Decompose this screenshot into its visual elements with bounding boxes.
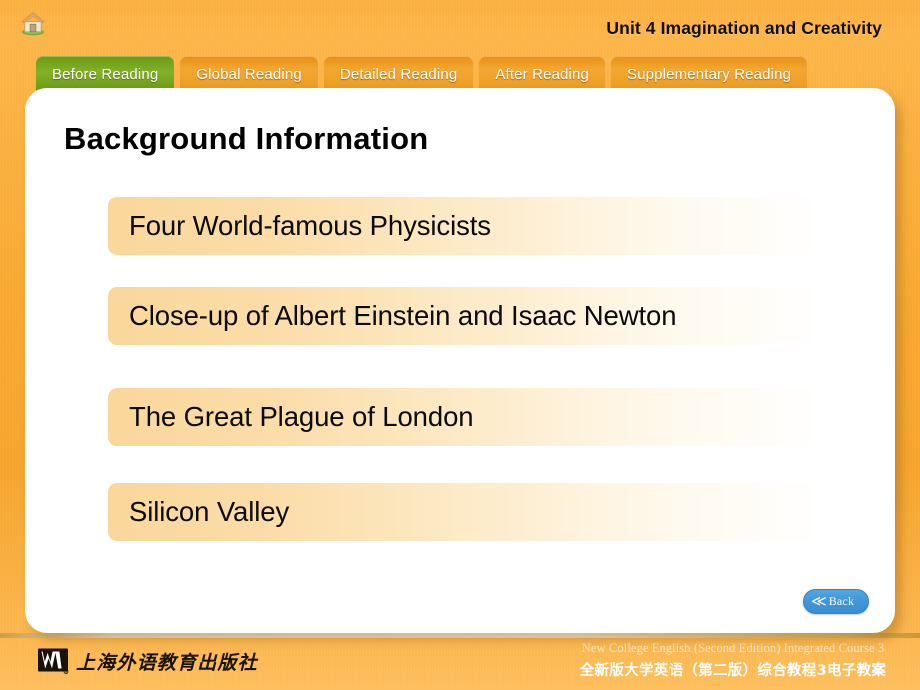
slide-canvas: Unit 4 Imagination and Creativity Before… (0, 0, 920, 690)
topic-item-close-up-einstein-newton[interactable]: Close-up of Albert Einstein and Isaac Ne… (108, 287, 868, 345)
unit-title: Unit 4 Imagination and Creativity (606, 18, 882, 38)
topic-list: Four World-famous Physicists Close-up of… (108, 197, 868, 541)
tab-global-reading[interactable]: Global Reading (180, 56, 318, 92)
publisher-name: 上海外语教育出版社 (76, 651, 258, 674)
publisher-logo: R 上海外语教育出版社 (37, 647, 258, 675)
w-emblem-icon: R (37, 647, 69, 675)
tab-label: Supplementary Reading (627, 65, 792, 83)
tab-label: Global Reading (196, 65, 302, 83)
topic-label: Close-up of Albert Einstein and Isaac Ne… (129, 300, 677, 331)
footer-bar: R 上海外语教育出版社 New College English (Second … (0, 633, 920, 690)
tab-supplementary-reading[interactable]: Supplementary Reading (611, 56, 808, 92)
svg-text:R: R (65, 670, 67, 674)
home-icon[interactable] (18, 9, 48, 37)
content-panel: Background Information Four World-famous… (25, 88, 895, 633)
footer-divider (0, 633, 920, 638)
topic-item-silicon-valley[interactable]: Silicon Valley (108, 483, 868, 541)
course-info: New College English (Second Edition) Int… (568, 641, 898, 680)
back-button[interactable]: ≪ Back (803, 589, 869, 614)
topic-label: Four World-famous Physicists (129, 210, 491, 241)
topic-label: The Great Plague of London (129, 401, 474, 432)
double-chevron-left-icon: ≪ (811, 592, 827, 610)
tab-label: Detailed Reading (339, 65, 458, 83)
topic-label: Silicon Valley (129, 496, 290, 527)
tab-label: Before Reading (52, 65, 159, 83)
tab-after-reading[interactable]: After Reading (479, 56, 606, 92)
page-title: Background Information (64, 121, 429, 156)
course-title-en: New College English (Second Edition) Int… (581, 641, 885, 655)
tab-detailed-reading[interactable]: Detailed Reading (323, 56, 474, 92)
back-button-label: Back (828, 594, 855, 608)
tab-label: After Reading (495, 65, 590, 83)
tab-bar: Before Reading Global Reading Detailed R… (36, 52, 808, 92)
course-title-cn: 全新版大学英语（第二版）综合教程3电子教案 (579, 663, 887, 679)
topic-item-great-plague-of-london[interactable]: The Great Plague of London (108, 388, 868, 446)
topic-item-four-world-famous-physicists[interactable]: Four World-famous Physicists (108, 197, 868, 255)
tab-before-reading[interactable]: Before Reading (36, 56, 175, 92)
header-bar: Unit 4 Imagination and Creativity (0, 0, 920, 52)
